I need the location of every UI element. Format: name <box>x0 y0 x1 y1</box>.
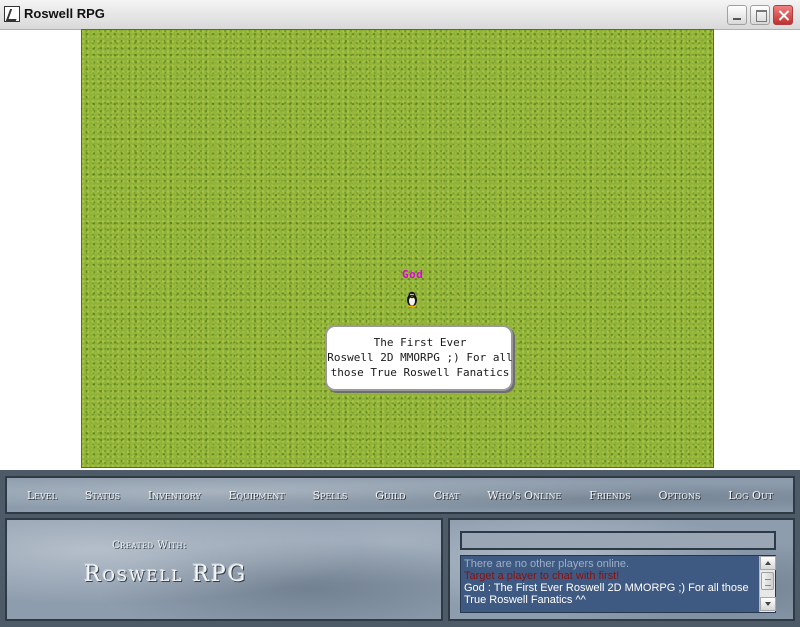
chat-input[interactable] <box>460 531 776 550</box>
title-bar: Roswell RPG <box>0 0 800 30</box>
menu-friends[interactable]: Friends <box>589 489 631 502</box>
roswell-rpg-logo: Roswell RPG <box>84 562 248 587</box>
menu-equipment[interactable]: Equipment <box>229 489 285 502</box>
chat-message: There are no other players online. <box>464 558 630 570</box>
menu-log-out[interactable]: Log Out <box>728 489 773 502</box>
app-icon[interactable] <box>4 6 20 22</box>
chat-scrollbar[interactable] <box>759 556 776 612</box>
menu-options[interactable]: Options <box>658 489 700 502</box>
game-map[interactable] <box>81 29 714 468</box>
created-with-label: Created With: <box>112 540 187 551</box>
menu-spells[interactable]: Spells <box>313 489 348 502</box>
window-title: Roswell RPG <box>24 6 105 21</box>
menu-status[interactable]: Status <box>85 489 120 502</box>
menu-whos-online[interactable]: Who's Online <box>487 489 561 502</box>
player-sprite[interactable] <box>406 291 418 307</box>
speech-bubble-text: The First Ever Roswell 2D MMORPG ;) For … <box>327 336 513 379</box>
scroll-up-icon[interactable] <box>760 556 776 570</box>
maximize-button[interactable] <box>750 5 770 25</box>
main-menu-bar: Level Status Inventory Equipment Spells … <box>5 476 795 514</box>
menu-chat[interactable]: Chat <box>433 489 459 502</box>
scroll-down-icon[interactable] <box>760 597 776 611</box>
chat-log[interactable]: There are no other players online. Targe… <box>460 555 776 613</box>
menu-level[interactable]: Level <box>27 489 57 502</box>
close-button[interactable] <box>773 5 793 25</box>
chat-message: Target a player to chat with first! <box>464 570 620 582</box>
menu-inventory[interactable]: Inventory <box>148 489 201 502</box>
chat-message: God : The First Ever Roswell 2D MMORPG ;… <box>464 582 749 606</box>
menu-guild[interactable]: Guild <box>375 489 405 502</box>
scroll-thumb[interactable] <box>761 572 774 590</box>
player-name-label: God <box>402 268 424 281</box>
minimize-button[interactable] <box>727 5 747 25</box>
